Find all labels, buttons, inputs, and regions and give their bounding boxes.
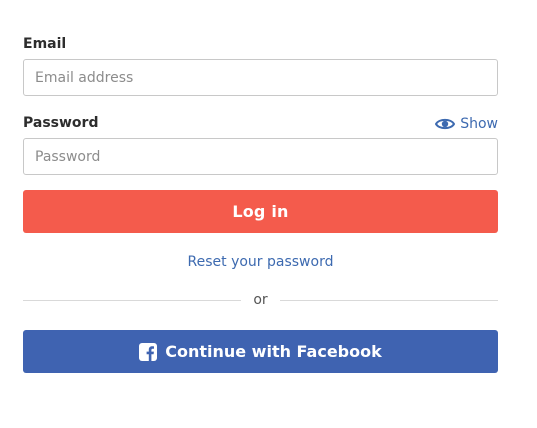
login-button[interactable]: Log in	[23, 190, 498, 233]
divider-or-text: or	[253, 292, 268, 308]
show-password-toggle[interactable]: Show	[435, 116, 498, 132]
or-divider: or	[23, 292, 499, 309]
email-label: Email	[23, 36, 67, 52]
show-password-label: Show	[460, 115, 498, 132]
password-label: Password	[23, 115, 99, 131]
password-label-row: Password Show	[23, 115, 498, 132]
eye-icon	[435, 117, 456, 131]
login-form: Email Password Show Log in Reset your pa…	[23, 36, 499, 373]
divider-line-left	[23, 300, 242, 301]
password-field[interactable]	[23, 138, 498, 175]
reset-password-link[interactable]: Reset your password	[23, 253, 498, 271]
facebook-login-button[interactable]: Continue with Facebook	[23, 330, 498, 373]
facebook-button-label: Continue with Facebook	[165, 342, 382, 361]
facebook-icon	[139, 342, 158, 361]
divider-line-right	[279, 300, 499, 301]
email-field[interactable]	[23, 59, 498, 96]
